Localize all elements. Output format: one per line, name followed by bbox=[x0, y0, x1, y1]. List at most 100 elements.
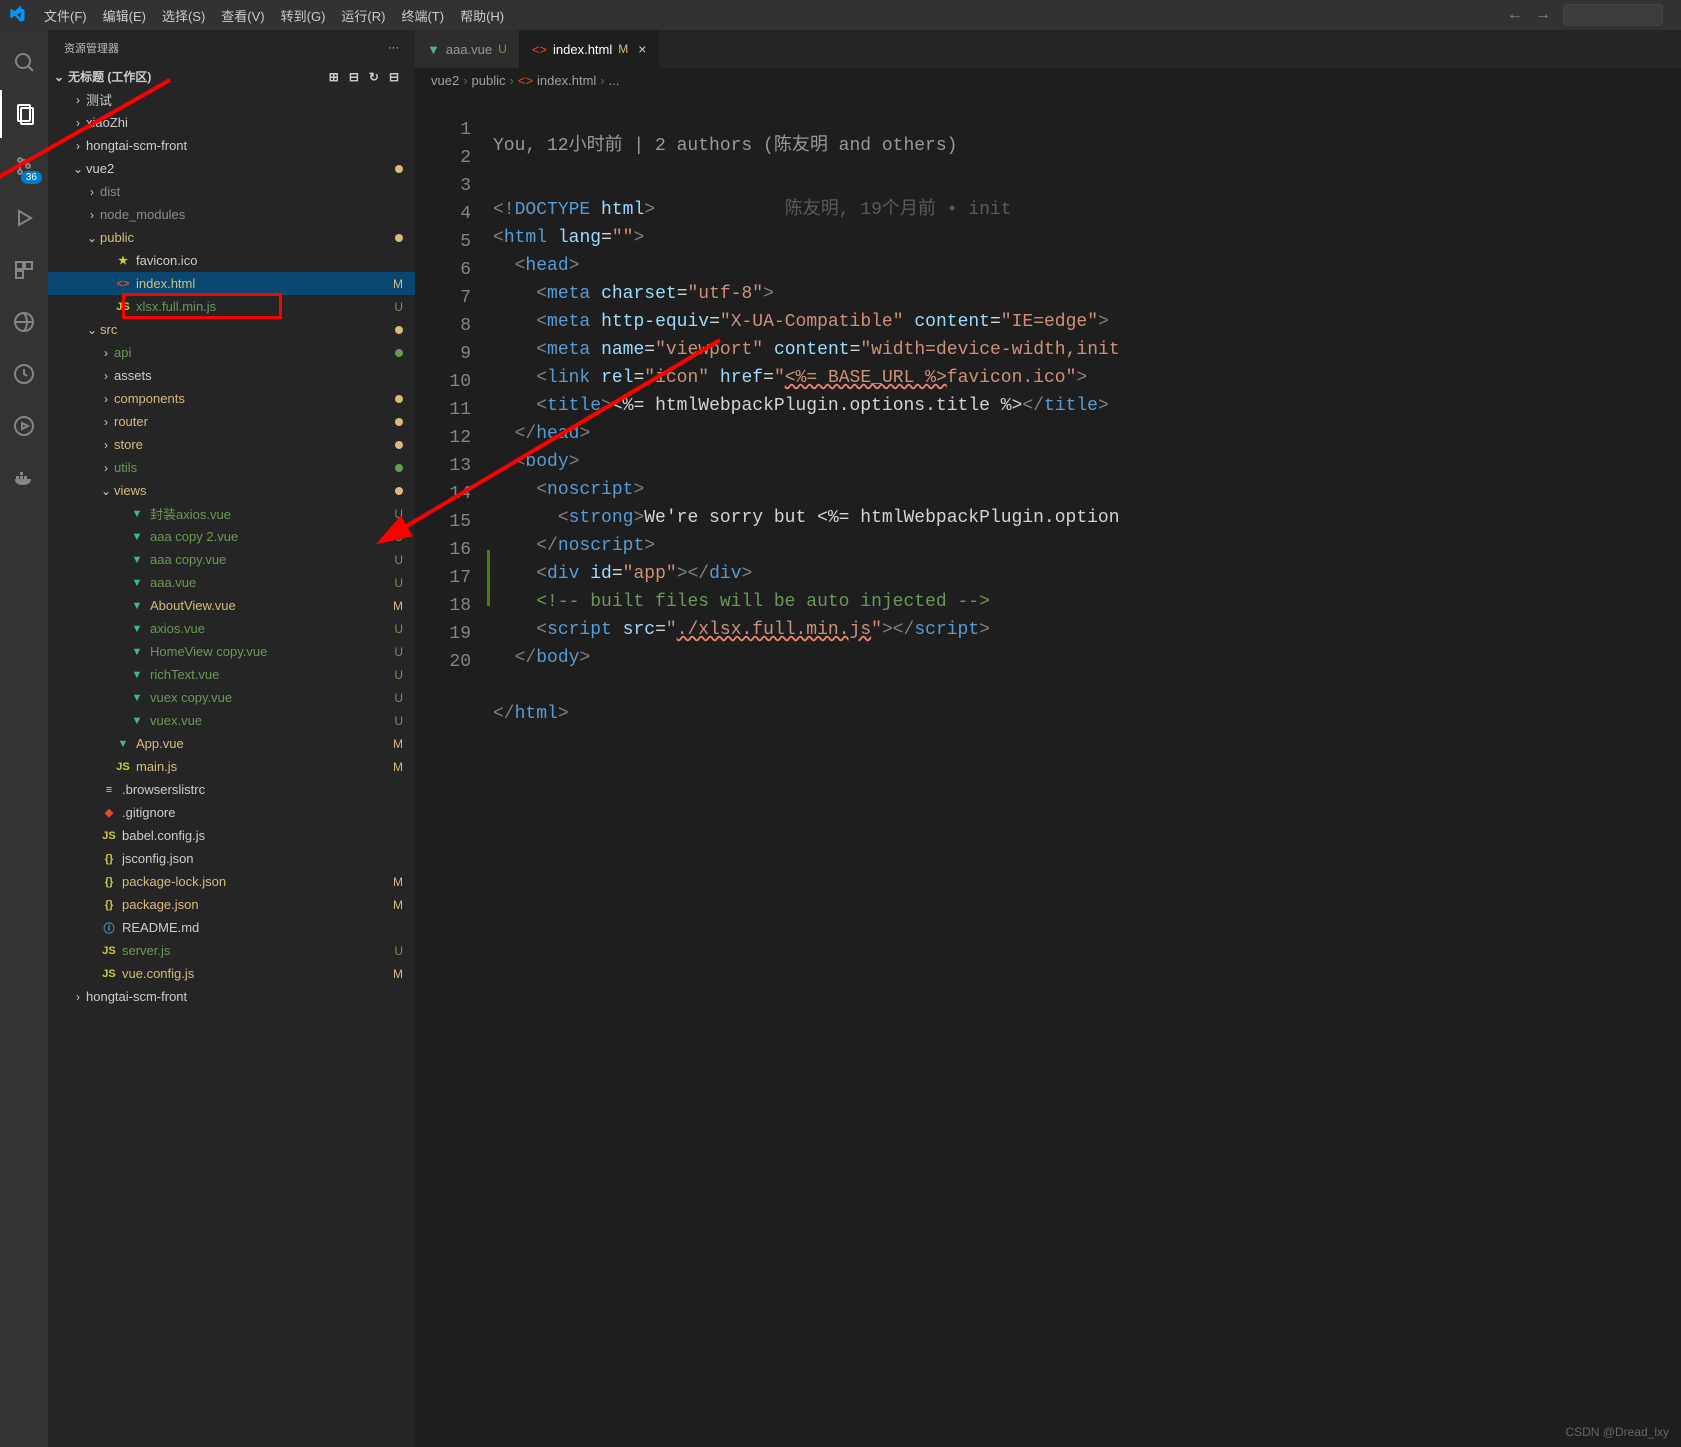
menu-item[interactable]: 查看(V) bbox=[213, 6, 272, 25]
tree-file[interactable]: {}package.jsonM bbox=[48, 893, 415, 916]
tree-file[interactable]: ▼richText.vueU bbox=[48, 663, 415, 686]
editor-tab[interactable]: ▼aaa.vueU bbox=[415, 30, 520, 68]
tree-file[interactable]: ★favicon.ico bbox=[48, 249, 415, 272]
code-line[interactable] bbox=[493, 672, 1681, 700]
tree-folder[interactable]: ⌄src bbox=[48, 318, 415, 341]
tree-folder[interactable]: ›store bbox=[48, 433, 415, 456]
tree-folder[interactable]: ›dist bbox=[48, 180, 415, 203]
tree-file[interactable]: {}package-lock.jsonM bbox=[48, 870, 415, 893]
menu-item[interactable]: 运行(R) bbox=[333, 6, 393, 25]
nav-back-icon[interactable]: ← bbox=[1507, 6, 1523, 24]
tree-file[interactable]: ▼App.vueM bbox=[48, 732, 415, 755]
run-debug-icon[interactable] bbox=[0, 194, 48, 242]
tree-file[interactable]: JSmain.jsM bbox=[48, 755, 415, 778]
tree-folder[interactable]: ›hongtai-scm-front bbox=[48, 985, 415, 1008]
code-line[interactable]: <strong>We're sorry but <%= htmlWebpackP… bbox=[493, 504, 1681, 532]
tree-file[interactable]: JSserver.jsU bbox=[48, 939, 415, 962]
tree-file[interactable]: ▼封装axios.vueU bbox=[48, 502, 415, 525]
chevron-icon: › bbox=[70, 93, 86, 107]
new-file-icon[interactable]: ⊞ bbox=[329, 70, 339, 84]
code-line[interactable]: </noscript> bbox=[493, 532, 1681, 560]
tree-folder[interactable]: ›hongtai-scm-front bbox=[48, 134, 415, 157]
tree-folder[interactable]: ›router bbox=[48, 410, 415, 433]
tree-file[interactable]: ▼aaa copy 2.vueU bbox=[48, 525, 415, 548]
tree-folder[interactable]: ›xiaoZhi bbox=[48, 111, 415, 134]
code-line[interactable]: </body> bbox=[493, 644, 1681, 672]
breadcrumb[interactable]: vue2› public› <> index.html› ... bbox=[415, 68, 1681, 92]
explorer-icon[interactable] bbox=[0, 90, 48, 138]
code-line[interactable]: <script src="./xlsx.full.min.js"></scrip… bbox=[493, 616, 1681, 644]
source-control-icon[interactable]: 36 bbox=[0, 142, 48, 190]
code-line[interactable]: <link rel="icon" href="<%= BASE_URL %>fa… bbox=[493, 364, 1681, 392]
tree-folder[interactable]: ⌄vue2 bbox=[48, 157, 415, 180]
tree-file[interactable]: ≡.browserslistrc bbox=[48, 778, 415, 801]
tree-file[interactable]: JSxlsx.full.min.jsU bbox=[48, 295, 415, 318]
close-tab-icon[interactable]: × bbox=[638, 41, 646, 57]
tree-label: index.html bbox=[136, 276, 389, 291]
tree-folder[interactable]: ›components bbox=[48, 387, 415, 410]
tree-file[interactable]: ⓘREADME.md bbox=[48, 916, 415, 939]
editor-body[interactable]: 1234567891011121314151617181920 You, 12小… bbox=[415, 92, 1681, 1447]
code-line[interactable]: </html> bbox=[493, 700, 1681, 728]
tree-file[interactable]: JSbabel.config.js bbox=[48, 824, 415, 847]
refresh-icon[interactable]: ↻ bbox=[369, 70, 379, 84]
git-status: U bbox=[394, 645, 403, 659]
tree-file[interactable]: ▼HomeView copy.vueU bbox=[48, 640, 415, 663]
tree-label: aaa.vue bbox=[150, 575, 390, 590]
code-line[interactable]: <body> bbox=[493, 448, 1681, 476]
remote-icon[interactable] bbox=[0, 298, 48, 346]
collapse-all-icon[interactable]: ⊟ bbox=[389, 70, 399, 84]
tree-folder[interactable]: ›测试 bbox=[48, 88, 415, 111]
code-line[interactable]: <head> bbox=[493, 252, 1681, 280]
code-line[interactable]: <meta name="viewport" content="width=dev… bbox=[493, 336, 1681, 364]
tree-file[interactable]: JSvue.config.jsM bbox=[48, 962, 415, 985]
editor-tab[interactable]: <>index.htmlM× bbox=[520, 30, 660, 68]
tree-file[interactable]: ▼vuex.vueU bbox=[48, 709, 415, 732]
tree-file[interactable]: ▼AboutView.vueM bbox=[48, 594, 415, 617]
docker-icon[interactable] bbox=[0, 454, 48, 502]
tree-folder[interactable]: ›assets bbox=[48, 364, 415, 387]
tree-folder[interactable]: ⌄views bbox=[48, 479, 415, 502]
sidebar-more-icon[interactable]: ··· bbox=[388, 42, 399, 54]
code-content[interactable]: You, 12小时前 | 2 authors (陈友明 and others) … bbox=[493, 92, 1681, 1447]
debug-alt-icon[interactable] bbox=[0, 402, 48, 450]
tree-file[interactable]: ▼axios.vueU bbox=[48, 617, 415, 640]
tree-file[interactable]: <>index.htmlM bbox=[48, 272, 415, 295]
menu-item[interactable]: 选择(S) bbox=[154, 6, 213, 25]
code-line[interactable]: <meta http-equiv="X-UA-Compatible" conte… bbox=[493, 308, 1681, 336]
chevron-down-icon[interactable]: ⌄ bbox=[54, 70, 64, 84]
tree-file[interactable]: ▼vuex copy.vueU bbox=[48, 686, 415, 709]
sidebar: 资源管理器 ··· ⌄ 无标题 (工作区) ⊞ ⊟ ↻ ⊟ ›测试›xiaoZh… bbox=[48, 30, 415, 1447]
menu-item[interactable]: 转到(G) bbox=[273, 6, 334, 25]
command-center-input[interactable] bbox=[1563, 4, 1663, 26]
menu-item[interactable]: 帮助(H) bbox=[452, 6, 512, 25]
tree-file[interactable]: ▼aaa.vueU bbox=[48, 571, 415, 594]
code-line[interactable]: <meta charset="utf-8"> bbox=[493, 280, 1681, 308]
code-line[interactable]: <!-- built files will be auto injected -… bbox=[493, 588, 1681, 616]
code-line[interactable]: </head> bbox=[493, 420, 1681, 448]
tree-file[interactable]: ◆.gitignore bbox=[48, 801, 415, 824]
tree-folder[interactable]: ›api bbox=[48, 341, 415, 364]
timeline-icon[interactable] bbox=[0, 350, 48, 398]
code-line[interactable]: <!DOCTYPE html> 陈友明, 19个月前 • init bbox=[493, 196, 1681, 224]
codelens[interactable]: You, 12小时前 | 2 authors (陈友明 and others) bbox=[493, 132, 1681, 156]
code-line[interactable] bbox=[493, 728, 1681, 756]
tree-file[interactable]: ▼aaa copy.vueU bbox=[48, 548, 415, 571]
code-line[interactable]: <html lang=""> bbox=[493, 224, 1681, 252]
menu-item[interactable]: 终端(T) bbox=[393, 6, 452, 25]
tree-folder[interactable]: ›node_modules bbox=[48, 203, 415, 226]
tree-folder[interactable]: ›utils bbox=[48, 456, 415, 479]
tree-label: babel.config.js bbox=[122, 828, 403, 843]
search-icon[interactable] bbox=[0, 38, 48, 86]
nav-forward-icon[interactable]: → bbox=[1535, 6, 1551, 24]
code-line[interactable]: <div id="app"></div> bbox=[493, 560, 1681, 588]
menu-item[interactable]: 文件(F) bbox=[36, 6, 95, 25]
new-folder-icon[interactable]: ⊟ bbox=[349, 70, 359, 84]
menu-item[interactable]: 编辑(E) bbox=[95, 6, 154, 25]
code-line[interactable]: <noscript> bbox=[493, 476, 1681, 504]
tree-file[interactable]: {}jsconfig.json bbox=[48, 847, 415, 870]
tree-folder[interactable]: ⌄public bbox=[48, 226, 415, 249]
js-icon: JS bbox=[100, 945, 118, 957]
code-line[interactable]: <title><%= htmlWebpackPlugin.options.tit… bbox=[493, 392, 1681, 420]
extensions-icon[interactable] bbox=[0, 246, 48, 294]
